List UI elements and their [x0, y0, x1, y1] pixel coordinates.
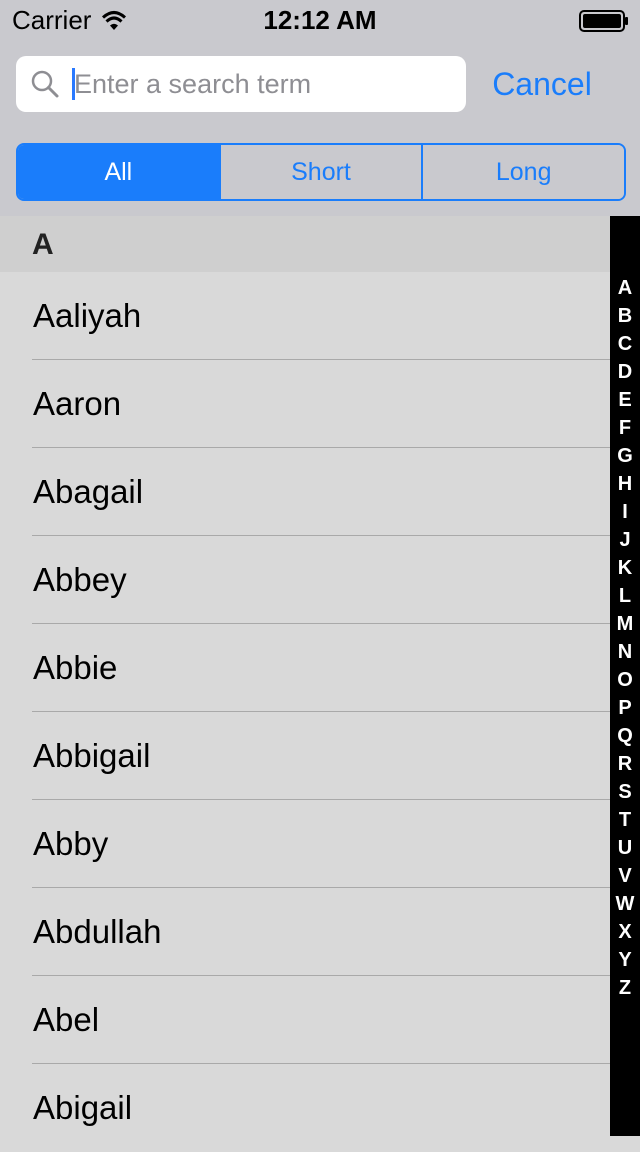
- section-index-letters: ABCDEFGHIJKLMNOPQRSTUVWXYZ: [610, 274, 640, 1002]
- status-bar: Carrier 12:12 AM: [0, 0, 640, 40]
- list-item[interactable]: Abby: [0, 800, 610, 888]
- search-field[interactable]: [16, 56, 466, 112]
- list-item-label: Abdullah: [33, 913, 162, 950]
- section-title: A: [32, 228, 54, 261]
- list-item-label: Aaliyah: [33, 297, 142, 334]
- scope-segment-short[interactable]: Short: [218, 145, 422, 199]
- section-index-letter[interactable]: T: [610, 806, 640, 834]
- list-item-label: Abbey: [33, 561, 127, 598]
- section-index-letter[interactable]: Y: [610, 946, 640, 974]
- section-index-letter[interactable]: F: [610, 414, 640, 442]
- cancel-button[interactable]: Cancel: [482, 56, 602, 112]
- section-index-letter[interactable]: N: [610, 638, 640, 666]
- section-index-letter[interactable]: O: [610, 666, 640, 694]
- section-index-letter[interactable]: R: [610, 750, 640, 778]
- status-time: 12:12 AM: [263, 5, 377, 35]
- list-item-label: Aaron: [33, 385, 122, 422]
- search-input[interactable]: [74, 56, 454, 112]
- names-list: Aaliyah Aaron Abagail Abbey Abbie Abbiga…: [0, 272, 610, 1152]
- list-item-label: Abby: [33, 825, 109, 862]
- list-item[interactable]: Aaliyah: [0, 272, 610, 360]
- list-item-label: Abagail: [33, 473, 144, 510]
- section-index-letter[interactable]: P: [610, 694, 640, 722]
- list-item-label: Abel: [33, 1001, 100, 1038]
- search-bar-area: Cancel All Short Long: [0, 40, 640, 216]
- section-index-letter[interactable]: B: [610, 302, 640, 330]
- list-item-label: Abbie: [33, 649, 118, 686]
- section-index-letter[interactable]: Q: [610, 722, 640, 750]
- section-index-letter[interactable]: L: [610, 582, 640, 610]
- section-index-letter[interactable]: D: [610, 358, 640, 386]
- scope-segmented-control: All Short Long: [16, 143, 626, 201]
- section-index-letter[interactable]: K: [610, 554, 640, 582]
- section-index-letter[interactable]: C: [610, 330, 640, 358]
- section-index-letter[interactable]: S: [610, 778, 640, 806]
- list-item[interactable]: Abagail: [0, 448, 610, 536]
- list-item[interactable]: Abbey: [0, 536, 610, 624]
- scope-segment-long[interactable]: Long: [421, 145, 624, 199]
- list-item-label: Abigail: [33, 1089, 133, 1126]
- search-icon: [31, 70, 59, 98]
- section-index-letter[interactable]: Z: [610, 974, 640, 1002]
- list-item[interactable]: Abel: [0, 976, 610, 1064]
- scope-segment-all[interactable]: All: [18, 145, 219, 199]
- list-item[interactable]: Abbigail: [0, 712, 610, 800]
- battery-icon: [579, 10, 628, 32]
- list-item-label: Abbigail: [33, 737, 151, 774]
- section-index-letter[interactable]: I: [610, 498, 640, 526]
- section-index-letter[interactable]: J: [610, 526, 640, 554]
- list-item[interactable]: Abigail: [0, 1064, 610, 1152]
- section-index-letter[interactable]: U: [610, 834, 640, 862]
- section-index-letter[interactable]: H: [610, 470, 640, 498]
- list-item[interactable]: Abbie: [0, 624, 610, 712]
- section-index-letter[interactable]: W: [610, 890, 640, 918]
- list-item[interactable]: Aaron: [0, 360, 610, 448]
- section-index-letter[interactable]: M: [610, 610, 640, 638]
- section-index-letter[interactable]: G: [610, 442, 640, 470]
- section-header: A: [0, 216, 610, 272]
- section-index-bar[interactable]: ABCDEFGHIJKLMNOPQRSTUVWXYZ: [610, 216, 640, 1136]
- section-index-letter[interactable]: V: [610, 862, 640, 890]
- section-index-letter[interactable]: A: [610, 274, 640, 302]
- list-item[interactable]: Abdullah: [0, 888, 610, 976]
- section-index-letter[interactable]: X: [610, 918, 640, 946]
- section-index-letter[interactable]: E: [610, 386, 640, 414]
